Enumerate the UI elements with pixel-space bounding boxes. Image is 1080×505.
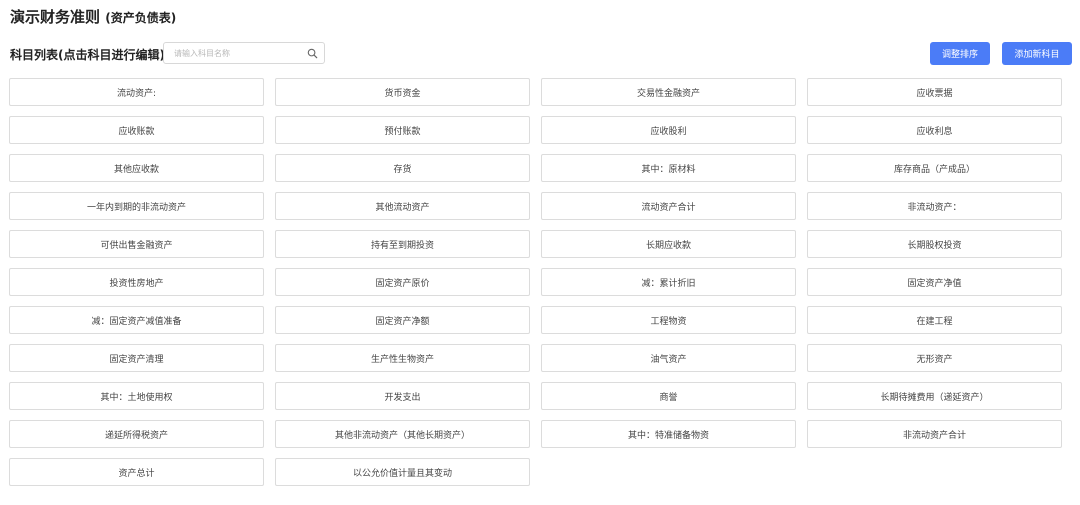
subject-item[interactable]: 库存商品（产成品） (807, 154, 1062, 182)
page-subtitle: (资产负债表) (105, 11, 177, 25)
subject-item[interactable]: 固定资产净值 (807, 268, 1062, 296)
subject-item[interactable]: 油气资产 (541, 344, 796, 372)
subject-item[interactable]: 非流动资产： (807, 192, 1062, 220)
subject-item[interactable]: 递延所得税资产 (9, 420, 264, 448)
subject-item[interactable]: 生产性生物资产 (275, 344, 530, 372)
subject-item[interactable]: 应收账款 (9, 116, 264, 144)
subject-item[interactable]: 应收股利 (541, 116, 796, 144)
subject-item[interactable]: 非流动资产合计 (807, 420, 1062, 448)
subject-item[interactable]: 以公允价值计量且其变动 (275, 458, 530, 486)
subject-item[interactable]: 其中：原材料 (541, 154, 796, 182)
subject-item[interactable]: 减：固定资产减值准备 (9, 306, 264, 334)
search-box[interactable] (163, 42, 325, 64)
subject-item[interactable]: 商誉 (541, 382, 796, 410)
search-icon[interactable] (307, 48, 318, 59)
subject-item[interactable]: 货币资金 (275, 78, 530, 106)
subject-list-title: 科目列表(点击科目进行编辑) (10, 48, 165, 62)
subject-item[interactable]: 预付账款 (275, 116, 530, 144)
subject-item[interactable]: 交易性金融资产 (541, 78, 796, 106)
add-subject-button[interactable]: 添加新科目 (1002, 42, 1072, 65)
subject-item[interactable]: 长期待摊费用（递延资产） (807, 382, 1062, 410)
subject-item[interactable]: 资产总计 (9, 458, 264, 486)
subject-grid: 流动资产: 货币资金 交易性金融资产 应收票据应收账款 预付账款 应收股利 应收利息其他应收… (9, 78, 1062, 486)
subject-item[interactable]: 工程物资 (541, 306, 796, 334)
subject-item[interactable]: 其他流动资产 (275, 192, 530, 220)
subject-item[interactable]: 其他非流动资产（其他长期资产） (275, 420, 530, 448)
page-title: 演示财务准则 (资产负债表) (10, 6, 176, 27)
subject-item[interactable]: 长期应收款 (541, 230, 796, 258)
subject-item[interactable]: 其他应收款 (9, 154, 264, 182)
subject-item[interactable]: 减：累计折旧 (541, 268, 796, 296)
subject-item[interactable]: 应收票据 (807, 78, 1062, 106)
subject-item[interactable]: 存货 (275, 154, 530, 182)
subject-item[interactable]: 其中：特准储备物资 (541, 420, 796, 448)
subject-item[interactable]: 固定资产原价 (275, 268, 530, 296)
subject-item[interactable]: 在建工程 (807, 306, 1062, 334)
subject-item[interactable]: 开发支出 (275, 382, 530, 410)
subject-item[interactable]: 可供出售金融资产 (9, 230, 264, 258)
subject-item[interactable]: 其中：土地使用权 (9, 382, 264, 410)
search-input[interactable] (164, 43, 300, 63)
subject-item[interactable]: 长期股权投资 (807, 230, 1062, 258)
subject-item[interactable]: 投资性房地产 (9, 268, 264, 296)
adjust-sort-button[interactable]: 调整排序 (930, 42, 990, 65)
subject-item[interactable]: 流动资产: (9, 78, 264, 106)
subject-item[interactable]: 无形资产 (807, 344, 1062, 372)
subject-item[interactable]: 持有至到期投资 (275, 230, 530, 258)
subject-item[interactable]: 流动资产合计 (541, 192, 796, 220)
subject-item[interactable]: 一年内到期的非流动资产 (9, 192, 264, 220)
subject-item[interactable]: 应收利息 (807, 116, 1062, 144)
page-title-text: 演示财务准则 (10, 8, 101, 26)
subject-item[interactable]: 固定资产净额 (275, 306, 530, 334)
subject-item[interactable]: 固定资产清理 (9, 344, 264, 372)
